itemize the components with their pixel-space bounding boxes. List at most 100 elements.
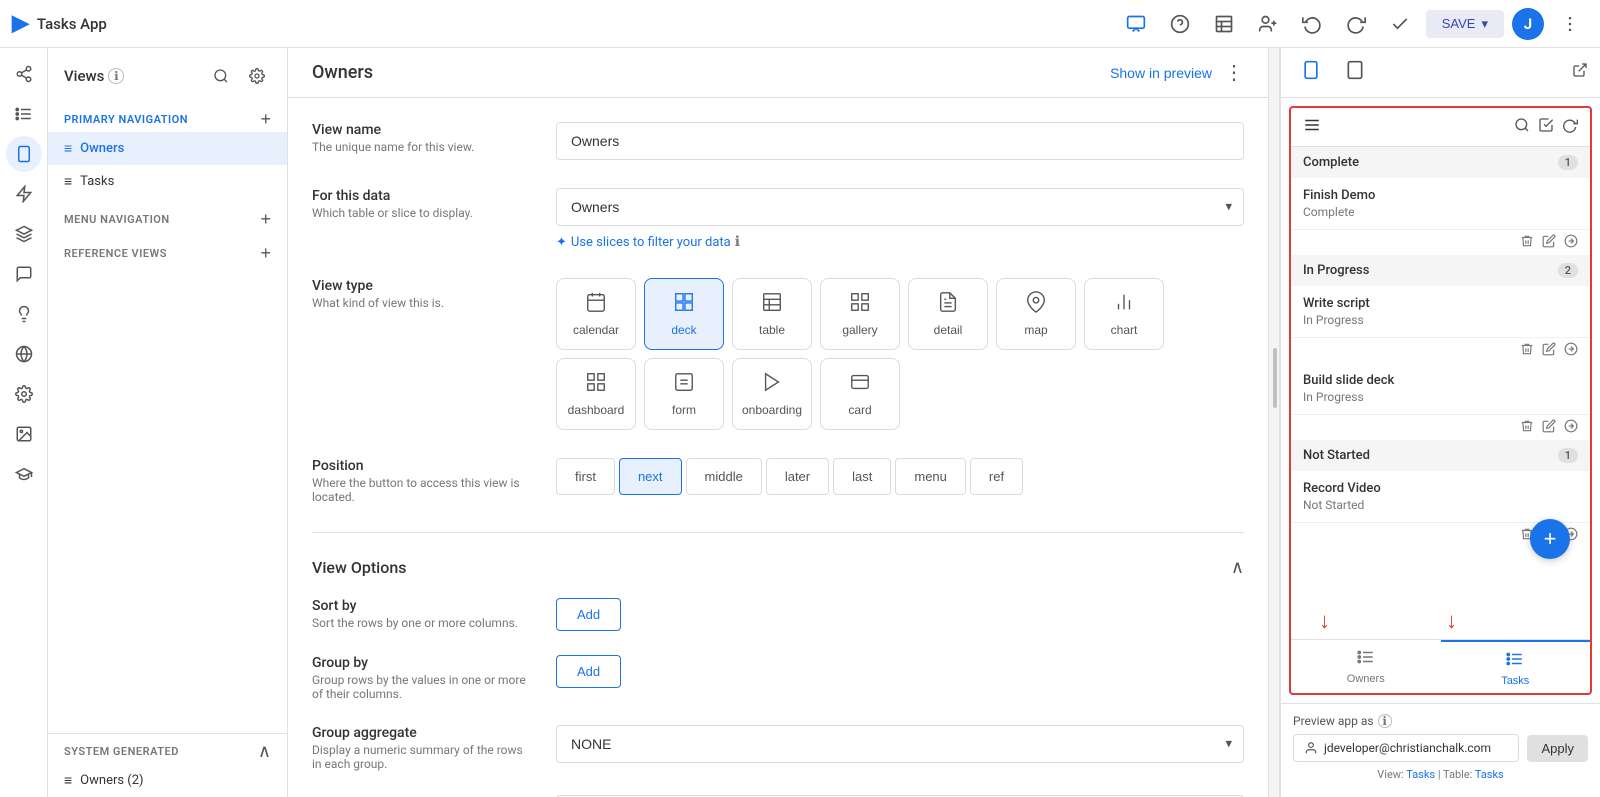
- detail-icon: [937, 291, 959, 319]
- for-this-data-label: For this data: [312, 188, 532, 204]
- main-layout: Views ℹ PRIMARY NAVIGATION + ≡ Owners ≡ …: [0, 48, 1600, 797]
- preview-check-icon[interactable]: [1538, 117, 1554, 137]
- position-next-btn[interactable]: next: [619, 458, 682, 495]
- nav-lightning-btn[interactable]: [6, 176, 42, 212]
- form-label: form: [672, 403, 696, 417]
- notstarted-group-badge: 1: [1558, 448, 1578, 463]
- monitor-icon-btn[interactable]: [1118, 6, 1154, 42]
- sidebar-search-btn[interactable]: [207, 62, 235, 90]
- sidebar-item-tasks[interactable]: ≡ Tasks: [48, 165, 287, 198]
- view-type-dashboard-btn[interactable]: dashboard: [556, 358, 636, 430]
- view-type-card-btn[interactable]: card: [820, 358, 900, 430]
- preview-view-link[interactable]: Tasks: [1406, 768, 1435, 781]
- view-options-collapse-btn[interactable]: ∧: [1231, 557, 1244, 578]
- preview-nav-owners-btn[interactable]: Owners: [1291, 640, 1441, 693]
- position-first-btn[interactable]: first: [556, 458, 615, 495]
- nav-image-btn[interactable]: [6, 416, 42, 452]
- person-add-icon-btn[interactable]: [1250, 6, 1286, 42]
- write-script-edit-btn[interactable]: [1542, 342, 1556, 359]
- sidebar-item-owners-system[interactable]: ≡ Owners (2): [48, 764, 287, 797]
- slice-link[interactable]: ✦ Use slices to filter your data ℹ: [556, 234, 1244, 250]
- page-title: Owners: [312, 62, 373, 83]
- group-aggregate-label: Group aggregate: [312, 725, 532, 741]
- reference-views-add-btn[interactable]: +: [260, 244, 271, 262]
- nav-bulb-btn[interactable]: [6, 296, 42, 332]
- nav-chat-btn[interactable]: [6, 256, 42, 292]
- nav-phone-btn[interactable]: [6, 136, 42, 172]
- sort-by-row: Sort by Sort the rows by one or more col…: [312, 598, 1244, 631]
- view-type-detail-btn[interactable]: detail: [908, 278, 988, 350]
- view-type-gallery-btn[interactable]: gallery: [820, 278, 900, 350]
- avatar[interactable]: J: [1512, 8, 1544, 40]
- write-script-name: Write script: [1303, 296, 1578, 311]
- sort-by-add-btn[interactable]: Add: [556, 598, 621, 631]
- nav-globe-btn[interactable]: [6, 336, 42, 372]
- position-menu-btn[interactable]: menu: [895, 458, 966, 495]
- group-aggregate-select-wrapper: NONE: [556, 725, 1244, 763]
- preview-tab-tablet-btn[interactable]: [1337, 56, 1373, 89]
- primary-nav-add-btn[interactable]: +: [260, 110, 271, 128]
- view-options-header: View Options ∧: [312, 557, 1244, 578]
- nav-list-btn[interactable]: [6, 96, 42, 132]
- content-more-btn[interactable]: ⋮: [1224, 60, 1244, 85]
- view-type-calendar-btn[interactable]: calendar: [556, 278, 636, 350]
- check-icon-btn[interactable]: [1382, 6, 1418, 42]
- preview-view-text: View:: [1377, 768, 1406, 781]
- sidebar-item-owners[interactable]: ≡ Owners: [48, 132, 287, 165]
- nav-settings-btn[interactable]: [6, 376, 42, 412]
- write-script-next-btn[interactable]: [1564, 342, 1578, 359]
- table-icon-btn[interactable]: [1206, 6, 1242, 42]
- position-ref-btn[interactable]: ref: [970, 458, 1023, 495]
- view-type-deck-btn[interactable]: deck: [644, 278, 724, 350]
- nav-share-btn[interactable]: [6, 56, 42, 92]
- finish-demo-delete-btn[interactable]: [1520, 234, 1534, 251]
- reference-views-label: REFERENCE VIEWS: [64, 247, 167, 260]
- position-label: Position: [312, 458, 532, 474]
- card-icon: [849, 371, 871, 399]
- owners-system-label: Owners (2): [80, 773, 143, 788]
- view-type-form-btn[interactable]: form: [644, 358, 724, 430]
- build-slide-delete-btn[interactable]: [1520, 419, 1534, 436]
- view-type-onboarding-btn[interactable]: onboarding: [732, 358, 812, 430]
- finish-demo-edit-btn[interactable]: [1542, 234, 1556, 251]
- position-middle-btn[interactable]: middle: [686, 458, 762, 495]
- write-script-delete-btn[interactable]: [1520, 342, 1534, 359]
- preview-external-btn[interactable]: [1572, 62, 1588, 83]
- save-button[interactable]: SAVE ▾: [1426, 10, 1504, 38]
- preview-table-link[interactable]: Tasks: [1475, 768, 1504, 781]
- for-this-data-label-col: For this data Which table or slice to di…: [312, 188, 532, 220]
- preview-table-text: | Table:: [1438, 768, 1475, 781]
- undo-icon-btn[interactable]: [1294, 6, 1330, 42]
- position-last-btn[interactable]: last: [833, 458, 891, 495]
- preview-apply-btn[interactable]: Apply: [1527, 735, 1588, 762]
- show-in-preview-button[interactable]: Show in preview: [1110, 65, 1212, 81]
- preview-menu-icon[interactable]: [1303, 116, 1321, 138]
- view-type-map-btn[interactable]: map: [996, 278, 1076, 350]
- build-slide-next-btn[interactable]: [1564, 419, 1578, 436]
- more-options-btn[interactable]: [1552, 6, 1588, 42]
- nav-layers-btn[interactable]: [6, 216, 42, 252]
- content-area: Owners Show in preview ⋮ View name The u…: [288, 48, 1268, 797]
- nav-graduation-btn[interactable]: [6, 456, 42, 492]
- position-sublabel: Where the button to access this view is …: [312, 476, 532, 504]
- preview-nav-tasks-btn[interactable]: Tasks: [1441, 640, 1591, 693]
- preview-refresh-icon[interactable]: [1562, 117, 1578, 137]
- position-later-btn[interactable]: later: [766, 458, 829, 495]
- view-type-table-btn[interactable]: table: [732, 278, 812, 350]
- finish-demo-next-btn[interactable]: [1564, 234, 1578, 251]
- for-this-data-select[interactable]: Owners: [556, 188, 1244, 226]
- sidebar-settings-btn[interactable]: [243, 62, 271, 90]
- system-generated-collapse-btn[interactable]: ∧: [258, 742, 271, 760]
- menu-nav-add-btn[interactable]: +: [260, 210, 271, 228]
- preview-tab-mobile-btn[interactable]: [1293, 56, 1329, 89]
- build-slide-edit-btn[interactable]: [1542, 419, 1556, 436]
- preview-panel: Complete 1 Finish Demo Complete: [1280, 48, 1600, 797]
- view-name-input[interactable]: [556, 122, 1244, 160]
- preview-search-icon[interactable]: [1514, 117, 1530, 137]
- view-type-chart-btn[interactable]: chart: [1084, 278, 1164, 350]
- help-icon-btn[interactable]: [1162, 6, 1198, 42]
- preview-add-fab[interactable]: +: [1530, 519, 1570, 559]
- group-aggregate-select[interactable]: NONE: [556, 725, 1244, 763]
- group-by-add-btn[interactable]: Add: [556, 655, 621, 688]
- redo-icon-btn[interactable]: [1338, 6, 1374, 42]
